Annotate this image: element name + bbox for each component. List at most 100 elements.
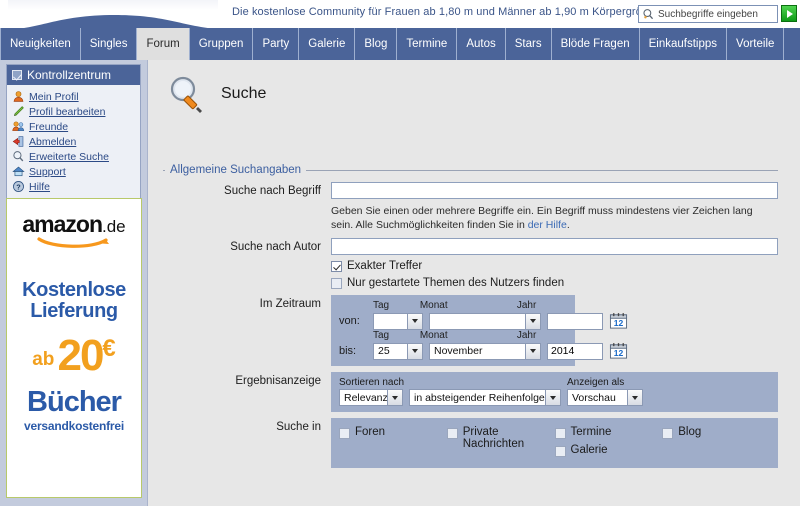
nav-item-bloede-fragen[interactable]: Blöde Fragen — [551, 28, 640, 60]
nav-item-gruppen[interactable]: Gruppen — [189, 28, 254, 60]
checkbox-icon[interactable] — [446, 428, 458, 440]
chevron-down-icon[interactable] — [407, 343, 422, 359]
search-in-col-3: Termine Galerie — [554, 426, 663, 462]
nav-item-termine[interactable]: Termine — [397, 28, 458, 60]
ad-brand: amazon.de — [7, 213, 141, 236]
col-header-month: Monat — [419, 330, 448, 342]
sidebar-item-hilfe[interactable]: ? Hilfe — [12, 179, 137, 194]
nav-item-galerie[interactable]: Galerie — [299, 28, 356, 60]
nav-items: Neuigkeiten Singles Forum Gruppen Party … — [0, 28, 785, 60]
nav-item-forum[interactable]: Forum — [137, 28, 190, 60]
sort-order-value: in absteigender Reihenfolge — [414, 391, 545, 404]
main-content: Suche Allgemeine Suchangaben Suche nach … — [149, 60, 800, 506]
started-topics-label: Nur gestartete Themen des Nutzers finden — [347, 277, 565, 290]
sidebar-item-label: Hilfe — [29, 180, 51, 193]
sort-by-select[interactable]: Relevanz — [339, 389, 403, 407]
sidebar-item-label: Profil bearbeiten — [29, 105, 106, 118]
chevron-down-icon[interactable] — [525, 313, 540, 329]
calendar-icon[interactable]: 12 — [609, 342, 628, 360]
ad-price-prefix: ab — [32, 349, 55, 370]
calendar-icon[interactable]: 12 — [609, 312, 628, 330]
sort-order-select[interactable]: in absteigender Reihenfolge — [409, 389, 561, 407]
help-link[interactable]: der Hilfe — [528, 219, 567, 231]
nav-label: Gruppen — [198, 38, 244, 50]
from-day-select[interactable] — [373, 312, 423, 330]
from-day-value — [374, 314, 407, 329]
nav-label: Blog — [364, 38, 388, 50]
search-input[interactable] — [655, 7, 773, 21]
nav-item-blog[interactable]: Blog — [355, 28, 398, 60]
checkbox-icon[interactable] — [12, 70, 22, 80]
row-period: Im Zeitraum Tag Monat Jahr von: 12 Tag M… — [163, 295, 778, 367]
display-as-select[interactable]: Vorschau — [567, 389, 643, 407]
checkbox-icon[interactable] — [554, 428, 566, 440]
page-title: Suche — [149, 60, 800, 114]
sidebar-item-label: Abmelden — [29, 135, 77, 148]
ad-headline-line1: Kostenlose — [22, 279, 126, 301]
from-month-select[interactable] — [429, 312, 541, 330]
nav-item-singles[interactable]: Singles — [80, 28, 138, 60]
chevron-down-icon[interactable] — [545, 390, 560, 406]
search-in-label: Galerie — [570, 444, 608, 457]
search-in-option-foren[interactable]: Foren — [339, 426, 447, 440]
results-display-box: Sortieren nach Anzeigen als Relevanz in … — [331, 372, 778, 413]
chevron-down-icon[interactable] — [627, 390, 642, 406]
search-submit-button[interactable] — [781, 5, 797, 22]
from-year-input[interactable] — [547, 312, 603, 330]
started-topics-checkbox-row[interactable]: Nur gestartete Themen des Nutzers finden — [331, 277, 778, 289]
nav-label: Vorteile — [736, 38, 775, 50]
checkbox-icon[interactable] — [339, 428, 350, 440]
sort-by-header: Sortieren nach — [339, 377, 405, 389]
nav-item-einkaufstipps[interactable]: Einkaufstipps — [639, 28, 728, 60]
site-logo[interactable] — [8, 0, 218, 10]
chevron-down-icon[interactable] — [407, 313, 422, 329]
chevron-down-icon[interactable] — [525, 343, 540, 359]
nav-item-vorteile[interactable]: Vorteile — [727, 28, 785, 60]
sidebar-item-mein-profil[interactable]: Mein Profil — [12, 89, 137, 104]
search-in-option-galerie[interactable]: Galerie — [554, 444, 663, 458]
svg-text:12: 12 — [614, 319, 624, 329]
hint-text-part2: . — [566, 219, 570, 232]
user-icon — [12, 90, 25, 103]
to-day-select[interactable]: 25 — [373, 342, 423, 360]
header-search-box[interactable] — [638, 5, 778, 23]
svg-text:12: 12 — [614, 349, 624, 359]
search-term-input[interactable] — [331, 182, 778, 199]
to-year-input[interactable] — [547, 342, 603, 360]
sidebar-item-freunde[interactable]: Freunde — [12, 119, 137, 134]
period-box: Tag Monat Jahr von: 12 Tag Monat Jahr bi… — [331, 295, 628, 367]
chevron-down-icon[interactable] — [387, 390, 402, 406]
search-in-option-blog[interactable]: Blog — [662, 426, 770, 440]
period-from-row: von: 12 — [339, 312, 628, 330]
sidebar-item-abmelden[interactable]: Abmelden — [12, 134, 137, 149]
checkbox-icon[interactable] — [554, 446, 566, 458]
checkbox-icon[interactable] — [662, 428, 674, 440]
checkbox-icon[interactable] — [331, 277, 342, 289]
search-in-options: Foren Private Nachrichten Termine Galeri… — [339, 426, 770, 462]
nav-item-party[interactable]: Party — [253, 28, 300, 60]
search-in-option-termine[interactable]: Termine — [554, 426, 663, 440]
exact-match-checkbox-row[interactable]: Exakter Treffer — [331, 260, 778, 272]
ad-price: ab 20€ — [7, 334, 141, 378]
control-center-links: Mein Profil Profil bearbeiten Freunde Ab… — [7, 85, 140, 199]
checkbox-icon[interactable] — [331, 260, 342, 272]
control-center-panel: Kontrollzentrum Mein Profil Profil bearb… — [6, 64, 141, 200]
pencil-icon — [12, 105, 25, 118]
amazon-ad-banner[interactable]: amazon.de Kostenlose Lieferung ab 20€ Bü… — [6, 198, 142, 498]
sidebar: Kontrollzentrum Mein Profil Profil bearb… — [0, 60, 148, 506]
search-in-option-private-nachrichten[interactable]: Private Nachrichten — [446, 426, 555, 450]
sidebar-item-support[interactable]: Support — [12, 164, 137, 179]
nav-item-autos[interactable]: Autos — [457, 28, 506, 60]
sidebar-item-erweiterte-suche[interactable]: Erweiterte Suche — [12, 149, 137, 164]
site-header: Die kostenlose Community für Frauen ab 1… — [0, 0, 800, 28]
nav-label: Galerie — [308, 38, 346, 50]
search-author-input[interactable] — [331, 238, 778, 256]
to-month-select[interactable]: November — [429, 342, 541, 360]
nav-item-neuigkeiten[interactable]: Neuigkeiten — [0, 28, 81, 60]
sidebar-item-profil-bearbeiten[interactable]: Profil bearbeiten — [12, 104, 137, 119]
control-center-header[interactable]: Kontrollzentrum — [7, 65, 140, 85]
amazon-smile-icon — [37, 237, 109, 248]
sort-by-value: Relevanz — [344, 391, 387, 404]
nav-item-stars[interactable]: Stars — [505, 28, 552, 60]
ad-category: Bücher — [27, 386, 122, 418]
